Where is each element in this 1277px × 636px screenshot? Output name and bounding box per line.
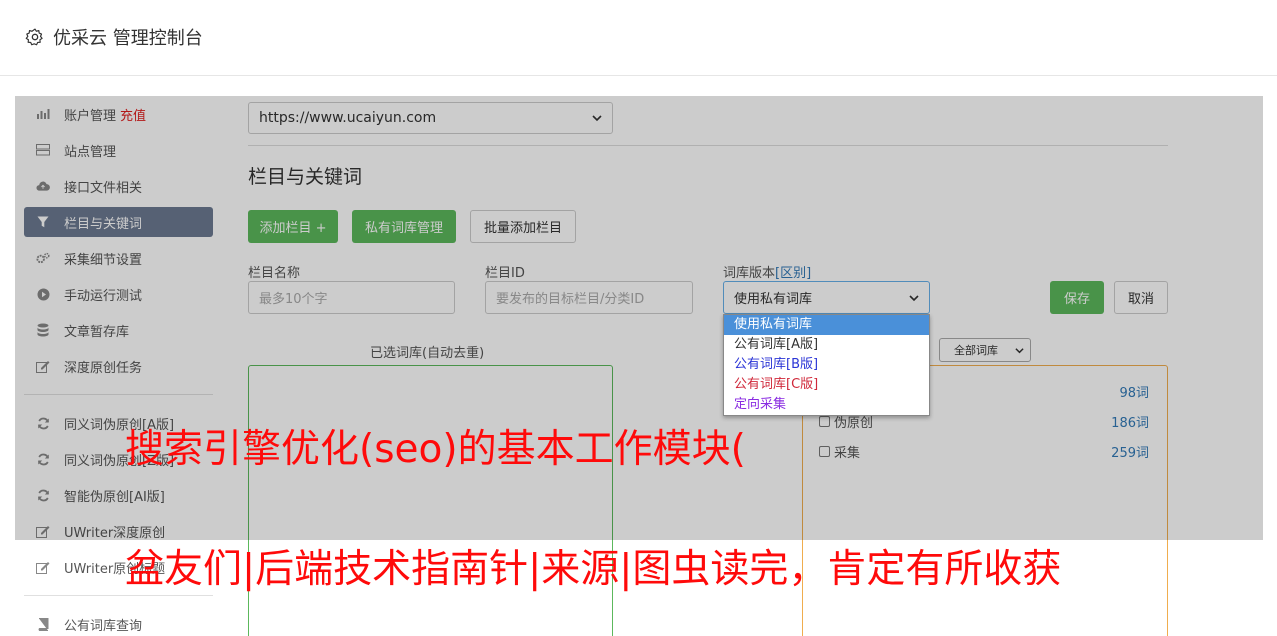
chevron-down-icon xyxy=(1015,347,1024,353)
site-select[interactable]: https://www.ucaiyun.com xyxy=(248,102,613,134)
refresh-icon xyxy=(36,452,50,466)
refresh-icon xyxy=(36,416,50,430)
filter-icon xyxy=(36,215,50,229)
column-name-input[interactable]: 最多10个字 xyxy=(248,281,455,314)
selected-libs-panel xyxy=(248,365,613,636)
cancel-button[interactable]: 取消 xyxy=(1114,281,1168,314)
chevron-down-icon xyxy=(909,294,919,301)
chevron-down-icon xyxy=(592,115,602,122)
sidebar-item-public-lib[interactable]: 公有词库查询 xyxy=(24,609,213,636)
database-icon xyxy=(36,323,50,337)
gear-icon xyxy=(25,28,43,46)
difference-link[interactable]: [区别] xyxy=(775,266,811,281)
sidebar-item-label: 接口文件相关 xyxy=(64,180,143,196)
dropdown-option[interactable]: 定向采集 xyxy=(724,395,929,415)
dropdown-option[interactable]: 公有词库[A版] xyxy=(724,335,929,355)
list-item[interactable]: 采集 259词 xyxy=(819,441,1149,461)
lib-version-label: 词库版本[区别] xyxy=(723,266,812,281)
column-name-label: 栏目名称 xyxy=(248,266,301,281)
dropdown-option[interactable]: 使用私有词库 xyxy=(724,315,929,335)
recharge-link[interactable]: 充值 xyxy=(120,105,146,124)
add-column-button[interactable]: 添加栏目 + xyxy=(248,210,338,243)
lib-version-select[interactable]: 使用私有词库 xyxy=(723,281,930,314)
edit-icon xyxy=(36,359,50,373)
sidebar-item-label: 深度原创任务 xyxy=(64,360,143,376)
sidebar-item-label: 栏目与关键词 xyxy=(64,216,143,232)
sidebar-item-label: 账户管理 xyxy=(64,108,117,124)
lib-filter-select[interactable]: 全部词库 xyxy=(939,338,1031,362)
private-lib-button[interactable]: 私有词库管理 xyxy=(352,210,456,243)
refresh-icon xyxy=(36,488,50,502)
bar-chart-icon xyxy=(36,107,50,121)
sidebar-item-deep-original[interactable]: 深度原创任务 xyxy=(24,351,213,381)
save-button[interactable]: 保存 xyxy=(1050,281,1104,314)
sidebar-divider xyxy=(24,595,213,596)
cloud-upload-icon xyxy=(36,179,50,193)
sidebar-item-label: 文章暂存库 xyxy=(64,324,130,340)
sidebar-item-label: 手动运行测试 xyxy=(64,288,143,304)
sidebar-item-label: 智能伪原创[AI版] xyxy=(64,489,165,505)
cogs-icon xyxy=(36,251,50,265)
sidebar-item-label: 公有词库查询 xyxy=(64,618,143,634)
banner-line-1: 搜索引擎优化(seo)的基本工作模块( xyxy=(125,427,746,472)
sidebar-item-collect-settings[interactable]: 采集细节设置 xyxy=(24,243,213,273)
sidebar-item-label: 采集细节设置 xyxy=(64,252,143,268)
banner-line-2: 盆友们|后端技术指南针|来源|图虫读完，肯定有所收获 xyxy=(125,547,1062,592)
checkbox[interactable] xyxy=(819,415,830,427)
checkbox[interactable] xyxy=(819,445,830,457)
batch-add-button[interactable]: 批量添加栏目 xyxy=(470,210,576,243)
brand: 优采云 管理控制台 xyxy=(25,24,203,50)
divider xyxy=(248,145,1168,146)
sidebar-item-interface[interactable]: 接口文件相关 xyxy=(24,171,213,201)
sidebar-item-account[interactable]: 账户管理 充值 xyxy=(24,99,213,129)
edit-icon xyxy=(36,560,50,574)
column-id-label: 栏目ID xyxy=(485,266,525,281)
column-id-input[interactable]: 要发布的目标栏目/分类ID xyxy=(485,281,693,314)
sidebar-item-article-store[interactable]: 文章暂存库 xyxy=(24,315,213,345)
selected-libs-title: 已选词库(自动去重) xyxy=(370,346,485,361)
sidebar-divider xyxy=(24,394,213,395)
sidebar-item-manual-run[interactable]: 手动运行测试 xyxy=(24,279,213,309)
page-title: 优采云 管理控制台 xyxy=(53,28,203,49)
sidebar-item-label: 站点管理 xyxy=(64,144,117,160)
play-circle-icon xyxy=(36,287,50,301)
edit-icon xyxy=(36,524,50,538)
lib-version-dropdown: 使用私有词库 公有词库[A版] 公有词库[B版] 公有词库[C版] 定向采集 xyxy=(723,314,930,416)
top-bar: 优采云 管理控制台 xyxy=(0,0,1277,76)
sidebar-item-columns[interactable]: 栏目与关键词 xyxy=(24,207,213,237)
dropdown-option[interactable]: 公有词库[C版] xyxy=(724,375,929,395)
dropdown-option[interactable]: 公有词库[B版] xyxy=(724,355,929,375)
sidebar-item-ai-original[interactable]: 智能伪原创[AI版] xyxy=(24,480,213,510)
sidebar-item-sites[interactable]: 站点管理 xyxy=(24,135,213,165)
section-title: 栏目与关键词 xyxy=(248,166,363,188)
book-icon xyxy=(36,617,50,631)
server-icon xyxy=(36,143,50,157)
